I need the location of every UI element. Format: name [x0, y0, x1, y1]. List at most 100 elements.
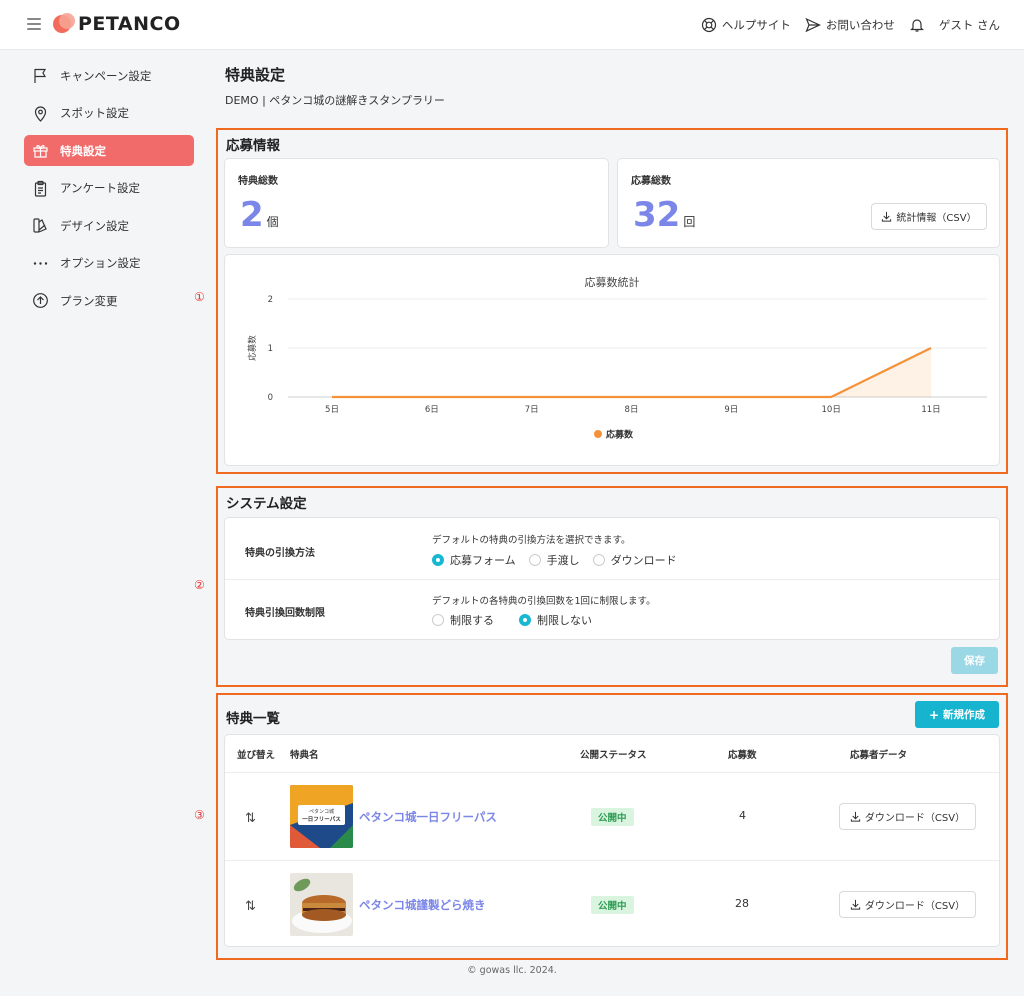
sidebar-item-options[interactable]: オプション設定: [24, 248, 194, 279]
y-tick-label: 0: [268, 393, 273, 403]
sidebar-item-campaign[interactable]: キャンペーン設定: [24, 60, 194, 91]
settings-card: 特典の引換方法 デフォルトの特典の引換方法を選択できます。 応募フォーム 手渡し…: [224, 517, 1000, 640]
entries-chart: 012応募数5日 6日 7日 8日 9日 10日 11日応募数: [247, 295, 987, 441]
section-title: 特典一覧: [226, 711, 280, 727]
radio-dot: [519, 614, 531, 626]
sidebar-item-label: スポット設定: [60, 106, 129, 120]
reward-thumbnail-dorayaki: [290, 873, 353, 936]
column-header: 応募者データ: [850, 750, 908, 761]
radio-download[interactable]: ダウンロード: [592, 552, 677, 568]
user-menu[interactable]: ゲスト さん: [939, 17, 1000, 33]
bell-icon: [909, 19, 924, 32]
footer-copyright: © gowas llc. 2024.: [467, 965, 557, 976]
setting-description: デフォルトの特典の引換方法を選択できます。: [432, 535, 631, 546]
column-header: 公開ステータス: [580, 750, 647, 761]
setting-label: 特典の引換方法: [245, 548, 315, 559]
more-icon: [33, 261, 48, 265]
radio-label: 制限する: [450, 614, 494, 627]
stat-unit: 個: [266, 215, 279, 229]
sidebar-item-design[interactable]: デザイン設定: [24, 210, 194, 241]
contact-link[interactable]: お問い合わせ: [805, 17, 895, 33]
radio-form[interactable]: 応募フォーム: [432, 552, 516, 568]
page-title: 特典設定: [225, 66, 286, 84]
menu-icon[interactable]: [27, 18, 41, 30]
y-tick-label: 1: [268, 344, 273, 354]
user-name: ゲスト さん: [938, 18, 1000, 32]
palette-icon: [33, 218, 47, 233]
clipboard-icon: [34, 180, 47, 197]
table-row: ⇅ ペタンコ城 一日フリーパス ペタンコ城一日フリーパス 公開中 4 ダウンロー…: [225, 772, 999, 860]
radio-dot: [432, 554, 444, 566]
sidebar-item-label: デザイン設定: [60, 218, 129, 233]
status-badge: 公開中: [591, 896, 634, 914]
download-csv-button[interactable]: ダウンロード（CSV）: [839, 803, 976, 830]
legend-label: 応募数: [606, 429, 634, 441]
system-settings-panel: システム設定 特典の引換方法 デフォルトの特典の引換方法を選択できます。 応募フ…: [216, 486, 1008, 687]
sidebar-item-reward[interactable]: 特典設定: [24, 135, 194, 166]
sidebar-item-label: プラン変更: [60, 293, 118, 308]
column-header: 応募数: [728, 750, 757, 761]
setting-description: デフォルトの各特典の引換回数を1回に制限します。: [432, 596, 656, 607]
flag-icon: [34, 68, 47, 83]
help-site-link[interactable]: ヘルプサイト: [701, 17, 791, 33]
setting-label: 特典引換回数制限: [245, 608, 325, 619]
radio-handover[interactable]: 手渡し: [528, 552, 580, 568]
radio-dot: [432, 614, 444, 626]
stat-label: 特典総数: [238, 176, 278, 187]
logo[interactable]: PETANCO: [53, 13, 181, 35]
sort-handle-icon[interactable]: ⇅: [245, 899, 256, 914]
reward-thumbnail-freepass: ペタンコ城 一日フリーパス: [290, 785, 353, 848]
status-badge: 公開中: [591, 808, 634, 826]
section-title: システム設定: [226, 496, 307, 512]
entry-count: 4: [739, 809, 746, 822]
x-tick-label: 9日: [724, 405, 738, 415]
arrow-up-circle-icon: [33, 293, 48, 308]
gift-icon: [33, 145, 48, 158]
series-area: [332, 348, 931, 397]
radio-limit[interactable]: 制限する: [432, 612, 494, 628]
contact-label: お問い合わせ: [825, 18, 895, 32]
reward-name-link[interactable]: ペタンコ城謹製どら焼き: [359, 897, 486, 913]
sidebar-item-spot[interactable]: スポット設定: [24, 98, 194, 129]
stat-label: 応募総数: [631, 176, 671, 187]
rewards-list-panel: 特典一覧 + 新規作成 並び替え 特典名 公開ステータス 応募数 応募者データ …: [216, 693, 1008, 960]
stats-csv-button[interactable]: 統計情報（CSV）: [871, 203, 987, 230]
new-reward-button[interactable]: + 新規作成: [915, 701, 999, 728]
sidebar-item-label: キャンペーン設定: [60, 68, 152, 83]
annotation-1: ①: [194, 290, 205, 304]
annotation-2: ②: [194, 578, 205, 592]
radio-label: 応募フォーム: [450, 554, 516, 567]
download-csv-button[interactable]: ダウンロード（CSV）: [839, 891, 976, 918]
series-line: [332, 347, 932, 399]
save-button[interactable]: 保存: [951, 647, 998, 674]
button-label: 統計情報（CSV）: [896, 213, 977, 224]
logo-text: PETANCO: [78, 13, 181, 35]
reward-name-link[interactable]: ペタンコ城一日フリーパス: [359, 809, 497, 825]
svg-text:一日フリーパス: 一日フリーパス: [302, 815, 341, 823]
y-axis-label: 応募数: [247, 335, 258, 361]
row-divider: [225, 579, 999, 580]
radio-label: 手渡し: [546, 554, 580, 567]
sidebar-item-survey[interactable]: アンケート設定: [24, 173, 194, 204]
sidebar-item-label: オプション設定: [60, 256, 141, 270]
sidebar-item-plan[interactable]: プラン変更: [24, 285, 194, 316]
section-title: 応募情報: [226, 138, 280, 154]
button-label: 新規作成: [943, 709, 986, 721]
total-rewards-card: 特典総数 2個: [224, 158, 609, 248]
radio-dot: [592, 554, 605, 566]
top-header: PETANCO ヘルプサイト お問い合わせ ゲスト さん: [0, 0, 1024, 50]
download-icon: [882, 211, 892, 222]
lifebuoy-icon: [701, 17, 716, 33]
x-tick-label: 10日: [822, 405, 841, 415]
radio-label: ダウンロード: [610, 554, 677, 567]
y-tick-label: 2: [268, 295, 273, 305]
notification-button[interactable]: [909, 17, 925, 33]
radio-no-limit[interactable]: 制限しない: [519, 612, 592, 628]
stat-unit: 回: [683, 215, 696, 229]
x-tick-label: 7日: [525, 405, 539, 415]
sort-handle-icon[interactable]: ⇅: [245, 811, 256, 826]
rewards-table: 並び替え 特典名 公開ステータス 応募数 応募者データ ⇅ ペタンコ城 一日フリ…: [224, 734, 1000, 947]
column-header: 特典名: [290, 750, 319, 761]
download-icon: [850, 811, 861, 822]
legend-marker: [594, 430, 602, 438]
